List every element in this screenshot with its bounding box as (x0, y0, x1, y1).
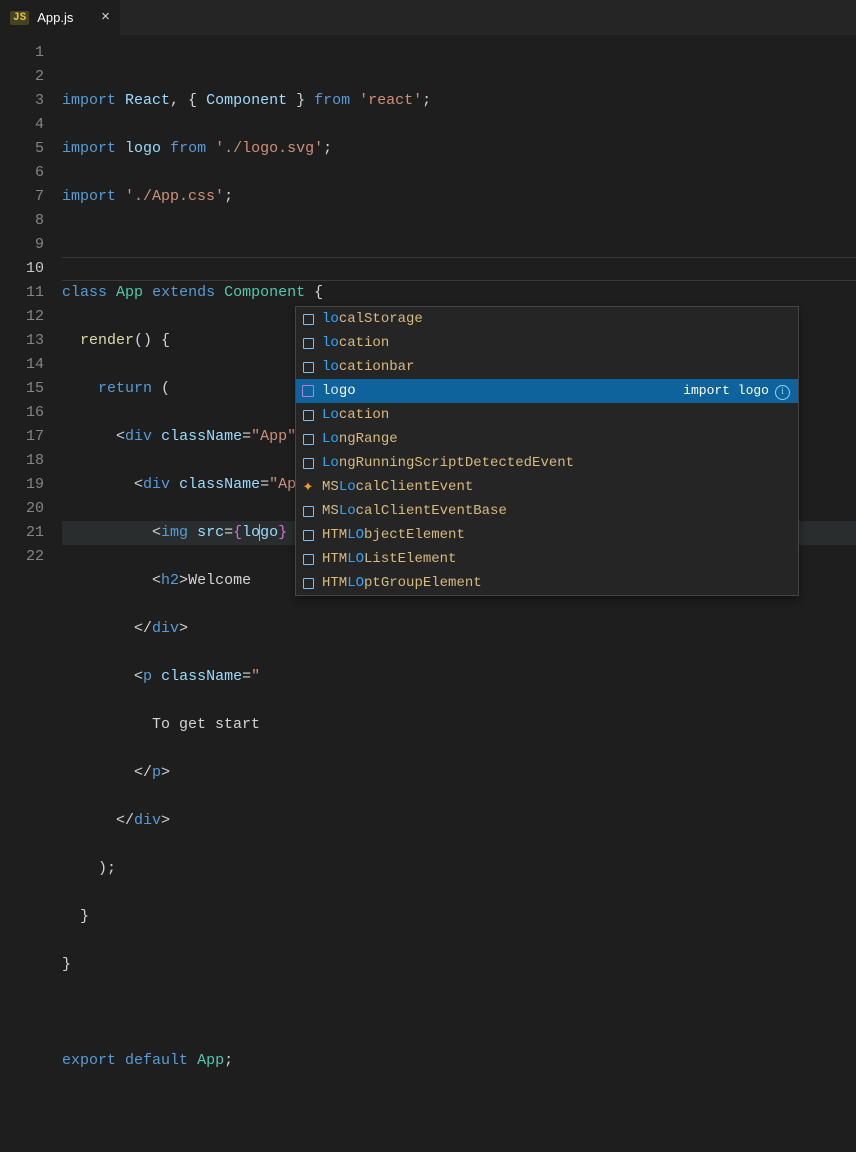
line-number: 14 (0, 353, 44, 377)
tab-label: App.js (37, 10, 73, 25)
line-number: 22 (0, 545, 44, 569)
line-number: 15 (0, 377, 44, 401)
suggest-label: HTMLOptGroupElement (322, 572, 482, 594)
suggest-label: MSLocalClientEventBase (322, 500, 507, 522)
line-number: 21 (0, 521, 44, 545)
line-number: 17 (0, 425, 44, 449)
suggest-item[interactable]: HTMLObjectElement (296, 523, 798, 547)
line-number: 3 (0, 89, 44, 113)
var-icon (300, 551, 316, 567)
suggest-label: LongRange (322, 428, 398, 450)
var-icon (300, 359, 316, 375)
line-number: 2 (0, 65, 44, 89)
suggest-item[interactable]: LongRange (296, 427, 798, 451)
line-number: 18 (0, 449, 44, 473)
suggest-label: localStorage (322, 308, 423, 330)
tab-bar: JS App.js × (0, 0, 856, 35)
close-icon[interactable]: × (101, 9, 110, 26)
suggest-item[interactable]: LongRunningScriptDetectedEvent (296, 451, 798, 475)
line-number: 13 (0, 329, 44, 353)
line-number: 19 (0, 473, 44, 497)
var-icon (300, 335, 316, 351)
suggest-label: HTMLObjectElement (322, 524, 465, 546)
suggest-label: HTMLOListElement (322, 548, 456, 570)
tab-app-js[interactable]: JS App.js × (0, 0, 120, 35)
line-number-gutter: 12345678910111213141516171819202122 (0, 35, 62, 576)
editor-area[interactable]: 12345678910111213141516171819202122 impo… (0, 35, 856, 576)
suggest-label: Location (322, 404, 389, 426)
suggest-label: locationbar (322, 356, 414, 378)
line-number: 9 (0, 233, 44, 257)
suggest-label: logo (322, 380, 356, 402)
suggest-item[interactable]: MSLocalClientEventBase (296, 499, 798, 523)
line-number: 20 (0, 497, 44, 521)
suggest-detail: import logoi (683, 380, 794, 402)
suggest-item[interactable]: HTMLOListElement (296, 547, 798, 571)
var-icon (300, 575, 316, 591)
suggest-item[interactable]: localStorage (296, 307, 798, 331)
line-number: 10 (0, 257, 44, 281)
line-number: 12 (0, 305, 44, 329)
suggest-label: MSLocalClientEvent (322, 476, 473, 498)
var-icon (300, 431, 316, 447)
mod-icon (300, 383, 316, 399)
line-number: 4 (0, 113, 44, 137)
js-file-icon: JS (10, 11, 29, 25)
line-number: 8 (0, 209, 44, 233)
var-icon (300, 503, 316, 519)
intellisense-suggest-widget[interactable]: localStoragelocationlocationbarlogo impor… (295, 306, 799, 596)
suggest-item[interactable]: location (296, 331, 798, 355)
line-number: 7 (0, 185, 44, 209)
line-number: 5 (0, 137, 44, 161)
line-number: 6 (0, 161, 44, 185)
var-icon (300, 407, 316, 423)
var-icon (300, 311, 316, 327)
suggest-label: location (322, 332, 389, 354)
line-number: 1 (0, 41, 44, 65)
var-icon (300, 527, 316, 543)
suggest-item[interactable]: Location (296, 403, 798, 427)
suggest-item[interactable]: MSLocalClientEvent (296, 475, 798, 499)
cls-icon (300, 479, 316, 495)
suggest-item[interactable]: locationbar (296, 355, 798, 379)
suggest-item[interactable]: HTMLOptGroupElement (296, 571, 798, 595)
line-number: 11 (0, 281, 44, 305)
suggest-label: LongRunningScriptDetectedEvent (322, 452, 574, 474)
info-icon[interactable]: i (775, 385, 790, 400)
line-number: 16 (0, 401, 44, 425)
var-icon (300, 455, 316, 471)
suggest-item[interactable]: logo import logoi (296, 379, 798, 403)
